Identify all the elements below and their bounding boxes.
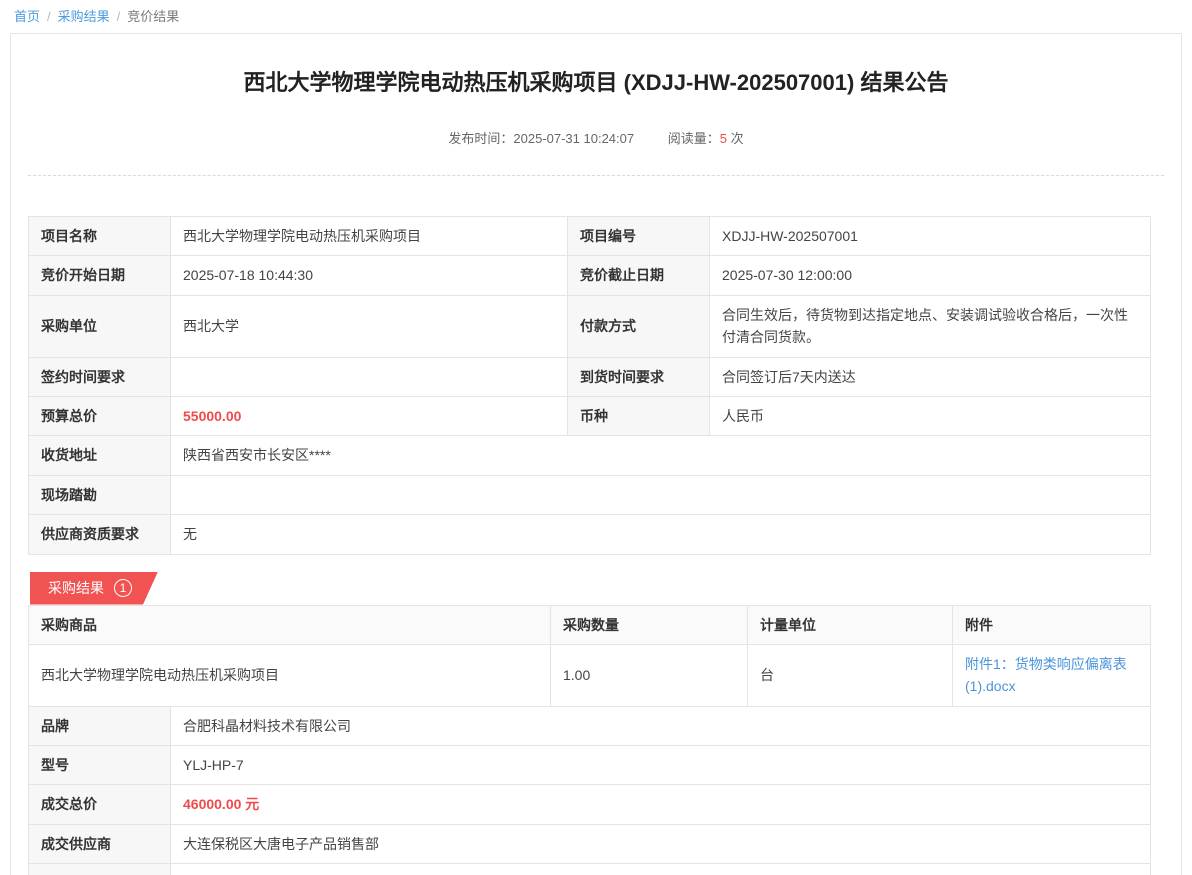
table-row: 供应商资质要求 无 [29, 515, 1151, 554]
info-value: 西北大学 [171, 295, 568, 357]
info-label: 采购单位 [29, 295, 171, 357]
attachment-cell: 附件1：货物类响应偏离表(1).docx [953, 644, 1151, 706]
info-value: 合同生效后，待货物到达指定地点、安装调试验收合格后，一次性付清合同货款。 [710, 295, 1151, 357]
column-header: 计量单位 [748, 605, 953, 644]
project-info-table: 项目名称 西北大学物理学院电动热压机采购项目 项目编号 XDJJ-HW-2025… [28, 216, 1151, 555]
supplier-value: 大连保税区大唐电子产品销售部 [171, 824, 1151, 863]
budget-total-price: 55000.00 [171, 396, 568, 435]
table-row: 品牌 合肥科晶材料技术有限公司 [29, 706, 1151, 745]
page-title: 西北大学物理学院电动热压机采购项目 (XDJJ-HW-202507001) 结果… [88, 68, 1104, 98]
table-row: 型号 YLJ-HP-7 [29, 746, 1151, 785]
breadcrumb: 首页 / 采购结果 / 竞价结果 [0, 0, 1192, 32]
table-row: 竞价开始日期 2025-07-18 10:44:30 竞价截止日期 2025-0… [29, 256, 1151, 295]
table-row: 西北大学物理学院电动热压机采购项目 1.00 台 附件1：货物类响应偏离表(1)… [29, 644, 1151, 706]
breadcrumb-current: 竞价结果 [127, 9, 179, 24]
info-label: 竞价截止日期 [568, 256, 710, 295]
table-row: 现场踏勘 [29, 475, 1151, 514]
result-section-header: 采购结果 1 [30, 572, 1164, 605]
table-row: 预算总价 55000.00 币种 人民币 [29, 396, 1151, 435]
info-value [171, 475, 1151, 514]
table-row: 项目名称 西北大学物理学院电动热压机采购项目 项目编号 XDJJ-HW-2025… [29, 217, 1151, 256]
ribbon-label: 采购结果 [48, 578, 104, 598]
info-value: XDJJ-HW-202507001 [710, 217, 1151, 256]
read-count-value: 5 [720, 131, 727, 146]
table-row: 采购单位 西北大学 付款方式 合同生效后，待货物到达指定地点、安装调试验收合格后… [29, 295, 1151, 357]
info-label: 付款方式 [568, 295, 710, 357]
info-value: 无 [171, 515, 1151, 554]
detail-label: 品牌 [29, 706, 171, 745]
detail-label: 成交供应商 [29, 824, 171, 863]
info-label: 预算总价 [29, 396, 171, 435]
purchase-quantity: 1.00 [551, 644, 748, 706]
info-label: 供应商资质要求 [29, 515, 171, 554]
purchase-result-ribbon: 采购结果 1 [30, 572, 158, 605]
info-value: 陕西省西安市长安区**** [171, 436, 1151, 475]
deal-total-price: 46000.00 元 [171, 785, 1151, 824]
info-label: 竞价开始日期 [29, 256, 171, 295]
table-row: 签约时间要求 到货时间要求 合同签订后7天内送达 [29, 357, 1151, 396]
column-header: 附件 [953, 605, 1151, 644]
info-value: 人民币 [710, 396, 1151, 435]
column-header: 采购商品 [29, 605, 551, 644]
info-label: 项目名称 [29, 217, 171, 256]
breadcrumb-purchase-results-link[interactable]: 采购结果 [58, 9, 110, 24]
info-label: 现场踏勘 [29, 475, 171, 514]
info-label: 项目编号 [568, 217, 710, 256]
product-name: 西北大学物理学院电动热压机采购项目 [29, 644, 551, 706]
publish-meta: 发布时间：2025-07-31 10:24:07 阅读量：5 次 [28, 128, 1164, 176]
breadcrumb-home-link[interactable]: 首页 [14, 9, 40, 24]
info-value: 合同签订后7天内送达 [710, 357, 1151, 396]
detail-label: 型号 [29, 746, 171, 785]
info-label: 收货地址 [29, 436, 171, 475]
info-label: 币种 [568, 396, 710, 435]
info-value: 2025-07-30 12:00:00 [710, 256, 1151, 295]
result-detail-table: 品牌 合肥科晶材料技术有限公司 型号 YLJ-HP-7 成交总价 46000.0… [28, 706, 1151, 875]
measure-unit: 台 [748, 644, 953, 706]
info-value [171, 357, 568, 396]
table-header-row: 采购商品 采购数量 计量单位 附件 [29, 605, 1151, 644]
publish-time: 发布时间：2025-07-31 10:24:07 [448, 128, 634, 147]
warranty-value: 验收合格后2年。响应时效：即时响应（包括电话响应）；电话响应无法解决24小时内到… [171, 864, 1151, 875]
info-value: 西北大学物理学院电动热压机采购项目 [171, 217, 568, 256]
read-count: 阅读量：5 次 [668, 128, 744, 147]
info-label: 到货时间要求 [568, 357, 710, 396]
detail-label: 质保及售后服务 [29, 864, 171, 875]
model-value: YLJ-HP-7 [171, 746, 1151, 785]
breadcrumb-separator: / [117, 9, 121, 24]
purchase-result-table: 采购商品 采购数量 计量单位 附件 西北大学物理学院电动热压机采购项目 1.00… [28, 605, 1151, 707]
table-row: 成交总价 46000.00 元 [29, 785, 1151, 824]
info-label: 签约时间要求 [29, 357, 171, 396]
table-row: 质保及售后服务 验收合格后2年。响应时效：即时响应（包括电话响应）；电话响应无法… [29, 864, 1151, 875]
table-row: 收货地址 陕西省西安市长安区**** [29, 436, 1151, 475]
breadcrumb-separator: / [47, 9, 51, 24]
detail-label: 成交总价 [29, 785, 171, 824]
info-value: 2025-07-18 10:44:30 [171, 256, 568, 295]
brand-value: 合肥科晶材料技术有限公司 [171, 706, 1151, 745]
column-header: 采购数量 [551, 605, 748, 644]
result-count-badge: 1 [114, 579, 132, 597]
attachment-link[interactable]: 附件1：货物类响应偏离表(1).docx [965, 656, 1127, 694]
announcement-card: 西北大学物理学院电动热压机采购项目 (XDJJ-HW-202507001) 结果… [10, 33, 1182, 875]
table-row: 成交供应商 大连保税区大唐电子产品销售部 [29, 824, 1151, 863]
